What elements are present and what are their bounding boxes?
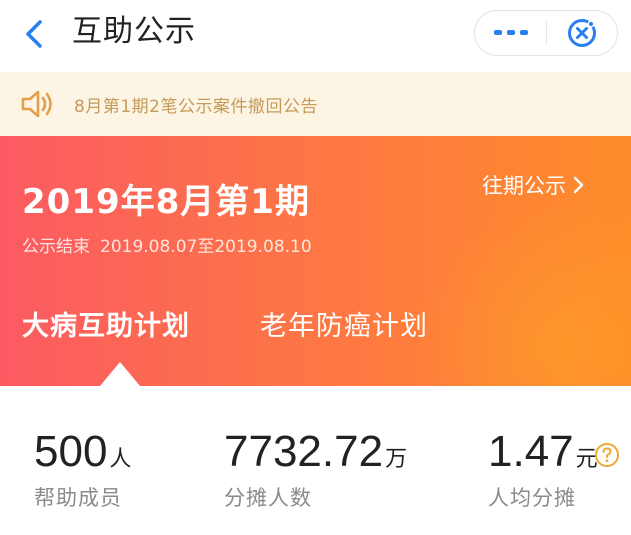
page-title: 互助公示 [72,14,196,49]
chevron-right-icon [573,176,584,194]
more-button[interactable] [475,11,547,55]
stat-value: 1.47 [488,427,574,476]
more-dots-icon [494,30,528,35]
stat-sharing-people: 7732.72万 分摊人数 [224,426,407,512]
back-button[interactable] [14,14,54,54]
close-miniapp-button[interactable] [547,11,617,55]
stat-label: 帮助成员 [34,486,122,510]
selected-tab-indicator [100,362,140,386]
history-link-label: 往期公示 [482,174,566,198]
stat-helped-members: 500人 帮助成员 [34,426,131,512]
tab-elderly-cancer-plan[interactable]: 老年防癌计划 [260,304,428,343]
range-dates: 2019.08.07至2019.08.10 [100,237,312,257]
help-question-icon[interactable] [594,442,620,472]
stat-value: 500 [34,427,108,476]
stat-unit: 万 [385,447,408,472]
top-nav-bar: 互助公示 [0,0,631,72]
stat-value: 7732.72 [224,427,384,476]
banner-glow [411,196,631,386]
speaker-icon [20,86,60,122]
publicity-range: 公示结束 2019.08.07至2019.08.10 [22,232,312,257]
tab-critical-illness-plan[interactable]: 大病互助计划 [22,304,190,343]
close-miniapp-icon [568,19,596,47]
stat-unit: 人 [109,447,132,472]
history-publicity-link[interactable]: 往期公示 [482,170,584,200]
period-banner: 2019年8月第1期 公示结束 2019.08.07至2019.08.10 往期公… [0,136,631,386]
stat-label: 分摊人数 [224,486,312,510]
notice-bar[interactable]: 8月第1期2笔公示案件撤回公告 [0,72,631,136]
chevron-left-icon [26,20,42,48]
period-title: 2019年8月第1期 [22,182,310,222]
stat-label: 人均分摊 [488,486,576,510]
range-label: 公示结束 [22,237,90,257]
miniapp-capsule [474,10,618,56]
stat-per-capita-share: 1.47元 人均分摊 [488,426,598,512]
notice-text: 8月第1期2笔公示案件撤回公告 [74,96,318,117]
